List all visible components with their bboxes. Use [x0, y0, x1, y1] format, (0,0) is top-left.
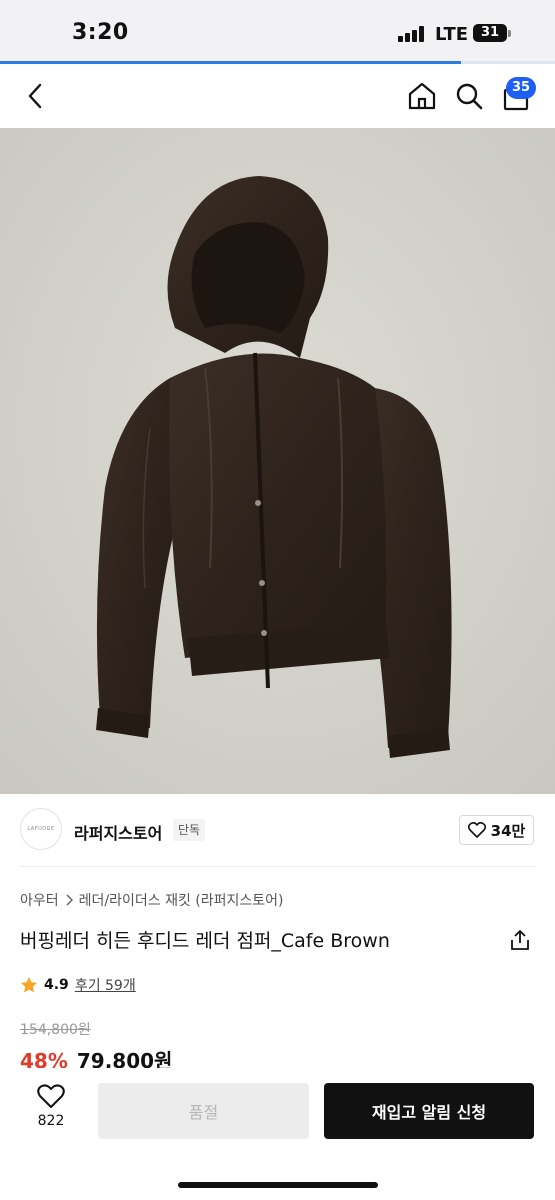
battery-icon: 31 — [473, 24, 507, 42]
store-name[interactable]: 라퍼지스토어 — [74, 820, 162, 844]
star-icon — [20, 976, 38, 993]
review-link[interactable]: 후기 59개 — [75, 975, 136, 995]
cart-count-badge: 35 — [506, 77, 537, 99]
search-button[interactable] — [449, 76, 489, 116]
rating-row: 4.9 후기 59개 — [20, 975, 136, 995]
heart-icon — [467, 822, 486, 838]
restock-alert-button[interactable]: 재입고 알림 신청 — [324, 1083, 534, 1139]
divider — [20, 866, 535, 867]
bottom-action-bar: 822 품절 재입고 알림 신청 — [0, 1068, 555, 1200]
status-time: 3:20 — [72, 20, 129, 45]
product-image[interactable] — [0, 128, 555, 794]
breadcrumb-item[interactable]: 아우터 — [20, 890, 59, 910]
wishlist-count: 822 — [37, 1113, 65, 1129]
store-like-count: 34만 — [490, 821, 526, 840]
signal-icon — [398, 26, 426, 42]
share-button[interactable] — [506, 926, 534, 954]
home-button[interactable] — [402, 76, 442, 116]
wishlist-button[interactable]: 822 — [22, 1084, 80, 1140]
store-logo[interactable]: LAFUDGE — [20, 808, 62, 850]
breadcrumb: 아우터 레더/라이더스 재킷 (라퍼지스토어) — [20, 890, 284, 910]
battery-cap — [508, 30, 511, 37]
heart-icon — [37, 1084, 65, 1108]
back-button[interactable] — [16, 76, 56, 116]
network-label: LTE — [435, 24, 469, 45]
jacket-image — [0, 128, 555, 794]
breadcrumb-item[interactable]: 레더/라이더스 재킷 (라퍼지스토어) — [79, 890, 284, 910]
search-icon — [456, 83, 483, 110]
chevron-right-icon — [66, 894, 73, 906]
home-icon — [408, 82, 436, 110]
chevron-left-icon — [28, 83, 42, 109]
nav-bar — [0, 64, 555, 128]
home-indicator — [178, 1182, 378, 1188]
share-icon — [511, 930, 529, 950]
store-like-button[interactable]: 34만 — [459, 815, 534, 845]
rating-value: 4.9 — [44, 977, 69, 993]
store-row[interactable]: LAFUDGE 라퍼지스토어 단독 34만 — [0, 800, 555, 864]
soldout-button: 품절 — [98, 1083, 309, 1139]
original-price: 154,800원 — [20, 1022, 91, 1038]
status-bar: 3:20 LTE 31 — [0, 0, 555, 64]
exclusive-badge: 단독 — [173, 819, 206, 841]
product-title: 버핑레더 히든 후디드 레더 점퍼_Cafe Brown — [20, 930, 390, 952]
